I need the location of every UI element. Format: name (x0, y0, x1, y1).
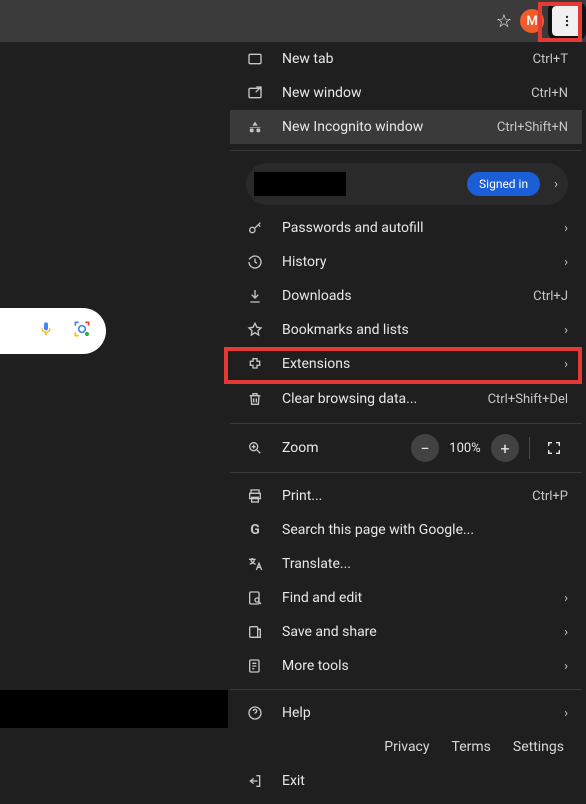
google-lens-icon[interactable] (72, 319, 92, 343)
menu-shortcut: Ctrl+P (532, 489, 568, 504)
zoom-out-button[interactable]: − (411, 434, 439, 462)
menu-item-find-edit[interactable]: Find and edit › (230, 581, 582, 615)
menu-label: Print... (282, 488, 514, 504)
profile-name-redacted (254, 172, 346, 196)
chrome-main-menu: New tab Ctrl+T New window Ctrl+N New Inc… (230, 42, 582, 804)
voice-search-icon[interactable] (38, 321, 54, 341)
menu-divider (230, 150, 582, 151)
menu-label: Search this page with Google... (282, 522, 568, 538)
menu-item-search-google[interactable]: G Search this page with Google... (230, 513, 582, 547)
fullscreen-button[interactable] (540, 434, 568, 462)
menu-item-translate[interactable]: Translate... (230, 547, 582, 581)
chevron-right-icon: › (564, 255, 568, 270)
menu-label: Translate... (282, 556, 568, 572)
zoom-icon (246, 440, 264, 456)
chevron-right-icon: › (564, 357, 568, 372)
incognito-icon (246, 119, 264, 135)
menu-item-print[interactable]: Print... Ctrl+P (230, 479, 582, 513)
menu-shortcut: Ctrl+Shift+Del (488, 392, 568, 407)
trash-icon (246, 391, 264, 407)
menu-item-downloads[interactable]: Downloads Ctrl+J (230, 279, 582, 313)
menu-label: New tab (282, 51, 515, 67)
google-icon: G (246, 522, 264, 538)
menu-label: History (282, 254, 546, 270)
menu-item-history[interactable]: History › (230, 245, 582, 279)
chevron-right-icon: › (564, 591, 568, 606)
new-window-icon (246, 85, 264, 101)
footer-links: Privacy Terms Settings (0, 728, 586, 766)
google-search-bar-fragment (0, 308, 106, 354)
menu-shortcut: Ctrl+N (531, 86, 568, 101)
menu-label: Save and share (282, 624, 546, 640)
bookmark-star-icon[interactable]: ☆ (496, 11, 512, 32)
menu-label: Help (282, 705, 546, 721)
profile-row[interactable]: Signed in › (246, 163, 568, 205)
translate-icon (246, 556, 264, 572)
menu-item-extensions[interactable]: Extensions › (230, 347, 582, 381)
find-icon (246, 590, 264, 606)
footer-link-settings[interactable]: Settings (513, 739, 564, 755)
menu-item-bookmarks[interactable]: Bookmarks and lists › (230, 313, 582, 347)
separator (529, 437, 530, 459)
zoom-label: Zoom (282, 440, 393, 456)
extensions-icon (246, 356, 264, 372)
footer-link-privacy[interactable]: Privacy (384, 739, 429, 755)
download-icon (246, 288, 264, 304)
footer-link-terms[interactable]: Terms (452, 739, 491, 755)
chrome-menu-button[interactable] (552, 6, 582, 36)
menu-divider (230, 423, 582, 424)
menu-label: New window (282, 85, 513, 101)
tools-icon (246, 658, 264, 674)
menu-shortcut: Ctrl+J (533, 289, 568, 304)
menu-label: Downloads (282, 288, 515, 304)
menu-label: Find and edit (282, 590, 546, 606)
menu-divider (230, 689, 582, 690)
signed-in-badge: Signed in (467, 172, 540, 196)
browser-toolbar: ☆ M (0, 0, 586, 42)
chevron-right-icon: › (564, 659, 568, 674)
chevron-right-icon: › (564, 625, 568, 640)
menu-item-save-share[interactable]: Save and share › (230, 615, 582, 649)
print-icon (246, 488, 264, 504)
menu-item-new-window[interactable]: New window Ctrl+N (230, 76, 582, 110)
menu-label: New Incognito window (282, 119, 479, 135)
page-dark-strip (0, 690, 228, 728)
menu-item-clear-browsing-data[interactable]: Clear browsing data... Ctrl+Shift+Del (230, 381, 582, 417)
menu-label: Passwords and autofill (282, 220, 546, 236)
menu-item-passwords[interactable]: Passwords and autofill › (230, 211, 582, 245)
menu-shortcut: Ctrl+Shift+N (497, 120, 568, 135)
menu-label: More tools (282, 658, 546, 674)
menu-item-help[interactable]: Help › (230, 696, 582, 730)
menu-item-new-incognito[interactable]: New Incognito window Ctrl+Shift+N (230, 110, 582, 144)
chevron-right-icon: › (554, 177, 558, 192)
profile-avatar[interactable]: M (520, 9, 544, 33)
menu-label: Extensions (282, 356, 546, 372)
key-icon (246, 220, 264, 236)
menu-item-new-tab[interactable]: New tab Ctrl+T (230, 42, 582, 76)
menu-item-zoom: Zoom − 100% + (230, 430, 582, 466)
new-tab-icon (246, 51, 264, 67)
exit-icon (246, 773, 264, 789)
menu-label: Clear browsing data... (282, 391, 470, 407)
chevron-right-icon: › (564, 323, 568, 338)
menu-label: Bookmarks and lists (282, 322, 546, 338)
menu-item-more-tools[interactable]: More tools › (230, 649, 582, 683)
zoom-in-button[interactable]: + (491, 434, 519, 462)
help-icon (246, 705, 264, 721)
menu-item-exit[interactable]: Exit (230, 764, 582, 798)
chevron-right-icon: › (564, 706, 568, 721)
bookmark-star-icon (246, 322, 264, 338)
history-icon (246, 254, 264, 270)
menu-label: Exit (282, 773, 568, 789)
zoom-value: 100% (443, 441, 487, 456)
share-icon (246, 624, 264, 640)
chevron-right-icon: › (564, 221, 568, 236)
menu-divider (230, 472, 582, 473)
menu-shortcut: Ctrl+T (533, 52, 568, 67)
